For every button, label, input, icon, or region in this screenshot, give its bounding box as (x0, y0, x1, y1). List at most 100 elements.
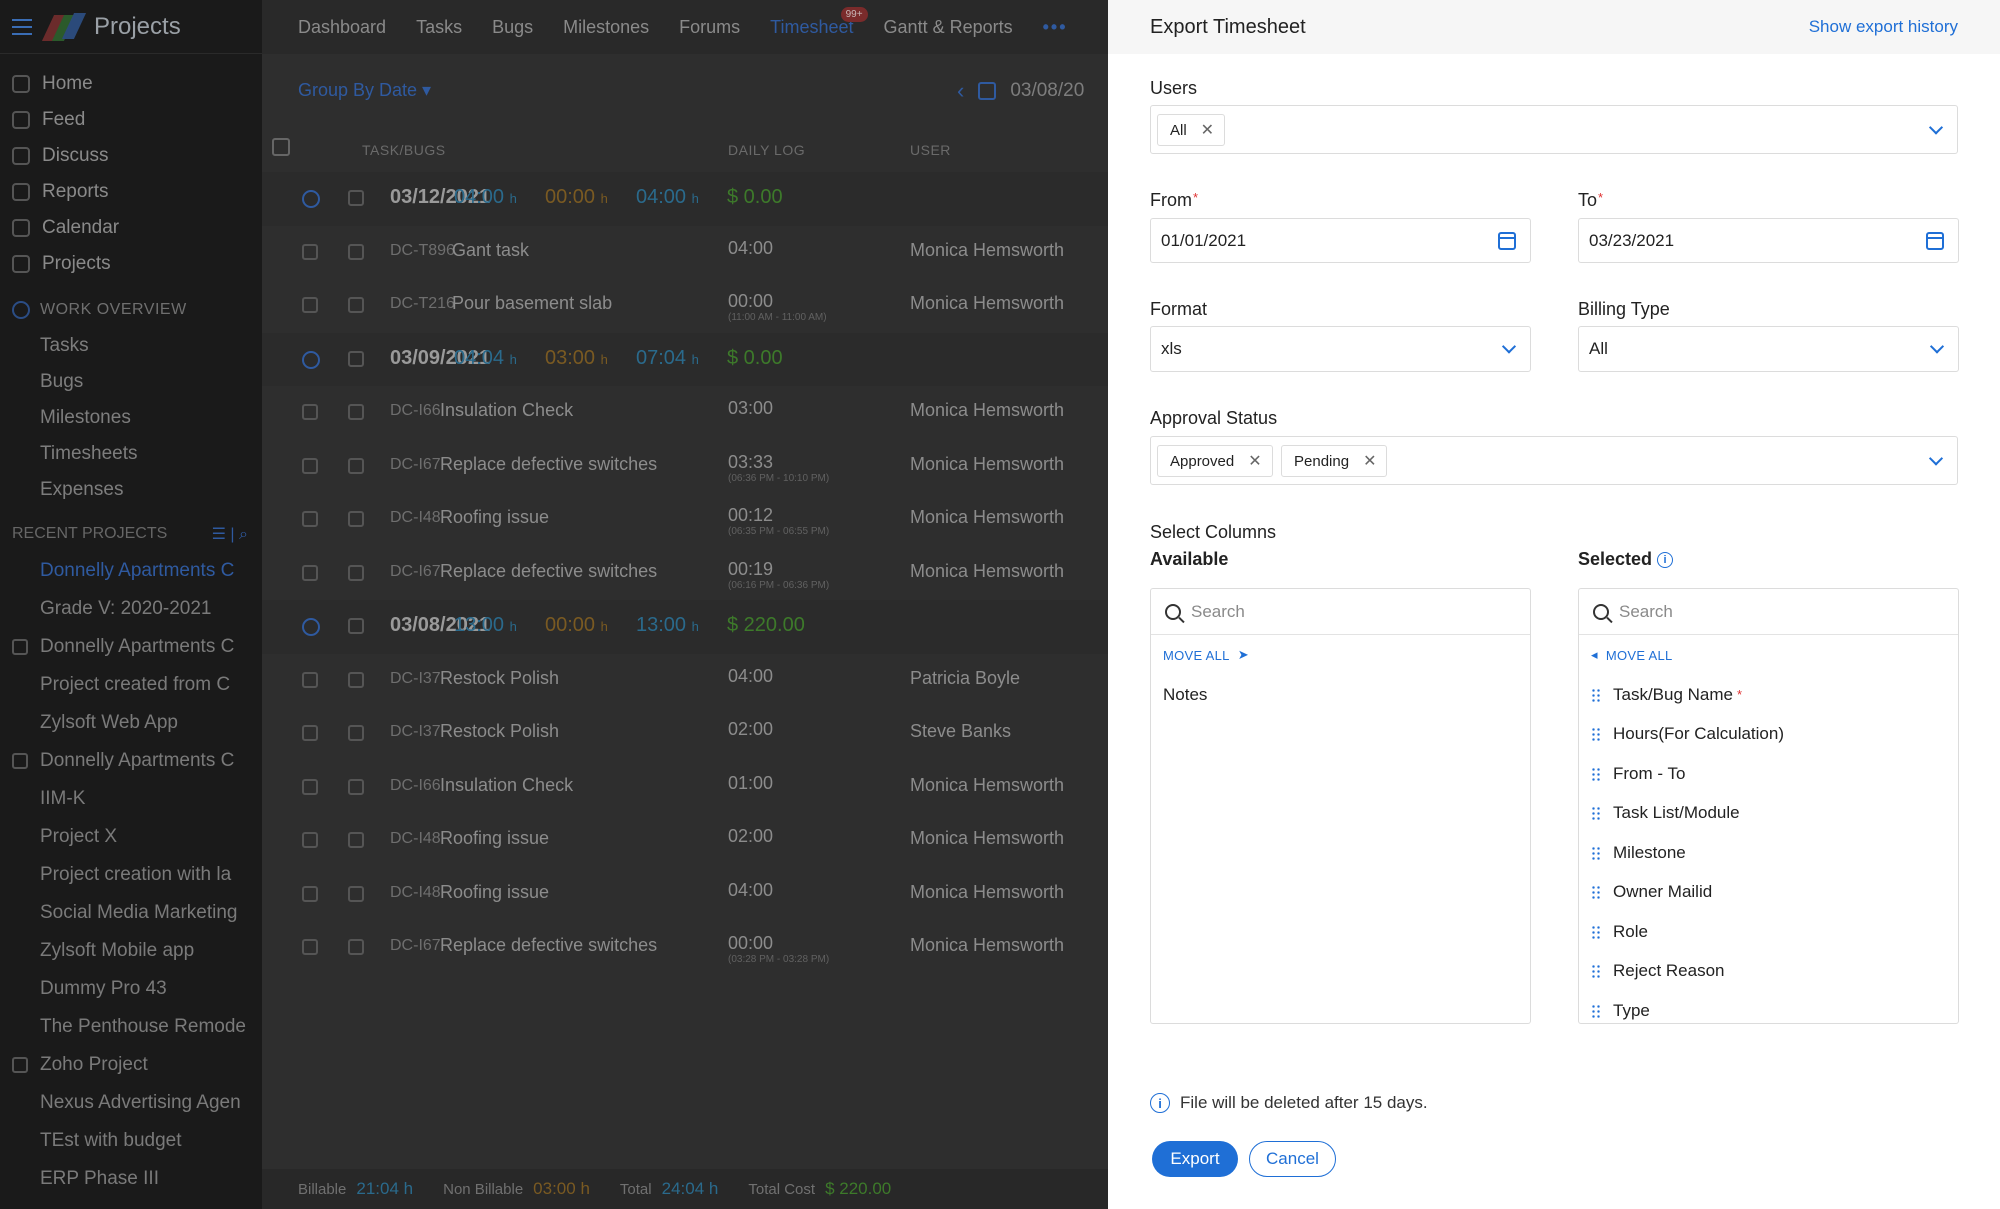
item-name[interactable]: Gant task (452, 240, 529, 261)
table-row[interactable]: DC-I66 Insulation Check 01:00 Monica Hemswo… (262, 761, 1108, 815)
date-group-row[interactable]: 03/08/2021 13:00 h 00:00 h 13:00 h $ 220.00 (262, 600, 1108, 654)
sidebar-item-calendar[interactable]: Calendar (0, 210, 262, 246)
tab-tasks[interactable]: Tasks (416, 17, 462, 38)
recent-project-item[interactable]: Donnelly Apartments C (0, 628, 262, 666)
item-name[interactable]: Roofing issue (440, 882, 549, 903)
remove-chip-icon[interactable]: ✕ (1363, 451, 1376, 471)
move-all-left-button[interactable]: ◂ MOVE ALL (1579, 635, 1958, 675)
chevron-down-icon[interactable] (1501, 339, 1517, 354)
work-overview-section[interactable]: WORK OVERVIEW (0, 292, 262, 328)
tab-gantt-reports[interactable]: Gantt & Reports (884, 17, 1013, 38)
row-checkbox[interactable] (302, 832, 318, 848)
recent-project-item[interactable]: Project X (0, 818, 262, 856)
menu-icon[interactable] (12, 18, 32, 35)
table-row[interactable]: DC-I48 Roofing issue 00:12 (06:35 PM - 06:5… (262, 493, 1108, 547)
recent-project-item[interactable]: IIM-K (0, 780, 262, 818)
table-row[interactable]: DC-I67 Replace defective switches 00:00 (03… (262, 921, 1108, 975)
sidebar-item-reports[interactable]: Reports (0, 174, 262, 210)
table-row[interactable]: DC-I37 Restock Polish 02:00 Steve Banks (262, 707, 1108, 761)
item-name[interactable]: Replace defective switches (440, 561, 657, 582)
row-checkbox[interactable] (302, 457, 318, 474)
item-name[interactable]: Replace defective switches (440, 935, 657, 956)
chevron-down-icon[interactable] (1928, 119, 1944, 135)
calendar-icon[interactable] (1926, 231, 1944, 250)
recent-project-item[interactable]: ERP Phase III (0, 1160, 262, 1198)
tab-timesheet[interactable]: Timesheet 99+ (770, 6, 868, 38)
item-name[interactable]: Roofing issue (440, 828, 549, 849)
table-row[interactable]: DC-I67 Replace defective switches 00:19 (06… (262, 547, 1108, 601)
tab-milestones[interactable]: Milestones (563, 17, 649, 38)
recent-project-item[interactable]: Donnelly Apartments C (0, 552, 262, 590)
sidebar-item-tasks[interactable]: Tasks (0, 328, 262, 364)
row-checkbox[interactable] (302, 939, 318, 955)
users-select[interactable]: All ✕ (1150, 105, 1958, 154)
column-header-task[interactable]: TASK/BUGS (362, 142, 446, 158)
calendar-icon[interactable] (1498, 231, 1516, 250)
to-date-field[interactable]: 03/23/2021 (1578, 218, 1959, 263)
selected-column-item[interactable]: From - To (1579, 754, 1958, 794)
table-row[interactable]: DC-T216 Pour basement slab 00:00 (11:00 AM … (262, 279, 1108, 333)
recent-project-item[interactable]: Social Media Marketing (0, 894, 262, 932)
recent-project-item[interactable]: Zoho Project (0, 1046, 262, 1084)
sidebar-item-home[interactable]: Home (0, 66, 262, 102)
drag-handle-icon[interactable] (1591, 727, 1601, 742)
approval-status-select[interactable]: Approved ✕ Pending ✕ (1150, 436, 1958, 485)
row-checkbox[interactable] (302, 297, 318, 313)
collapse-icon[interactable] (302, 350, 320, 369)
selected-column-item[interactable]: Role (1579, 912, 1958, 952)
remove-chip-icon[interactable]: ✕ (1201, 120, 1214, 140)
previous-date-icon[interactable]: ‹ (957, 78, 964, 104)
available-search[interactable]: Search (1151, 589, 1530, 635)
tab-forums[interactable]: Forums (679, 17, 740, 38)
row-checkbox[interactable] (302, 725, 318, 741)
sidebar-item-expenses[interactable]: Expenses (0, 472, 262, 508)
row-checkbox[interactable] (302, 564, 318, 581)
row-checkbox[interactable] (302, 778, 318, 795)
date-group-row[interactable]: 03/12/2021 04:00 h 00:00 h 04:00 h $ 0.00 (262, 172, 1108, 226)
recent-project-item[interactable]: Donnelly Apartments C (0, 742, 262, 780)
sidebar-item-bugs[interactable]: Bugs (0, 364, 262, 400)
selected-column-item[interactable]: Owner Mailid (1579, 873, 1958, 913)
selected-column-item[interactable]: Type (1579, 991, 1958, 1023)
cancel-button[interactable]: Cancel (1249, 1141, 1336, 1177)
table-row[interactable]: DC-I48 Roofing issue 02:00 Monica Hemsworth (262, 814, 1108, 868)
billing-type-select[interactable]: All (1578, 326, 1959, 372)
column-header-daily-log[interactable]: DAILY LOG (728, 142, 805, 158)
drag-handle-icon[interactable] (1591, 1003, 1601, 1018)
calendar-icon[interactable] (978, 82, 997, 100)
drag-handle-icon[interactable] (1591, 845, 1601, 860)
table-row[interactable]: DC-I37 Restock Polish 04:00 Patricia Boyle (262, 654, 1108, 708)
table-row[interactable]: DC-I48 Roofing issue 04:00 Monica Hemsworth (262, 868, 1108, 922)
row-checkbox[interactable] (302, 885, 318, 902)
recent-project-item[interactable]: TEst with budget (0, 1122, 262, 1160)
selected-search[interactable]: Search (1579, 589, 1958, 635)
recent-project-item[interactable]: Zylsoft Web App (0, 704, 262, 742)
recent-project-item[interactable]: Nexus Advertising Agen (0, 1084, 262, 1122)
recent-project-item[interactable]: Project created from C (0, 666, 262, 704)
table-row[interactable]: DC-T896 Gant task 04:00 Monica Hemsworth (262, 226, 1108, 280)
recent-project-item[interactable]: Project creation with la (0, 856, 262, 894)
item-name[interactable]: Restock Polish (440, 668, 559, 689)
recent-project-item[interactable]: Dummy Pro 43 (0, 970, 262, 1008)
drag-handle-icon[interactable] (1591, 885, 1601, 900)
recent-project-item[interactable]: Grade V: 2020-2021 (0, 590, 262, 628)
date-group-row[interactable]: 03/09/2021 04:04 h 03:00 h 07:04 h $ 0.00 (262, 332, 1108, 386)
format-select[interactable]: xls (1150, 326, 1531, 372)
info-icon[interactable]: i (1657, 552, 1674, 569)
chevron-down-icon[interactable] (1928, 450, 1944, 466)
selected-column-item[interactable]: Task List/Module (1579, 794, 1958, 834)
column-header-user[interactable]: USER (910, 142, 951, 158)
tab-bugs[interactable]: Bugs (492, 17, 533, 38)
sidebar-item-feed[interactable]: Feed (0, 102, 262, 138)
item-name[interactable]: Insulation Check (440, 400, 573, 421)
sidebar-item-timesheets[interactable]: Timesheets (0, 436, 262, 472)
filter-icon[interactable]: ☰ | ⌕ (212, 524, 248, 544)
available-column-item[interactable]: Notes (1151, 675, 1530, 715)
collapse-icon[interactable] (302, 190, 320, 208)
export-button[interactable]: Export (1152, 1141, 1238, 1177)
row-checkbox[interactable] (302, 671, 318, 688)
sidebar-item-milestones[interactable]: Milestones (0, 400, 262, 436)
selected-column-item[interactable]: Milestone (1579, 833, 1958, 873)
tab-dashboard[interactable]: Dashboard (298, 17, 386, 38)
recent-project-item[interactable]: The Penthouse Remode (0, 1008, 262, 1046)
